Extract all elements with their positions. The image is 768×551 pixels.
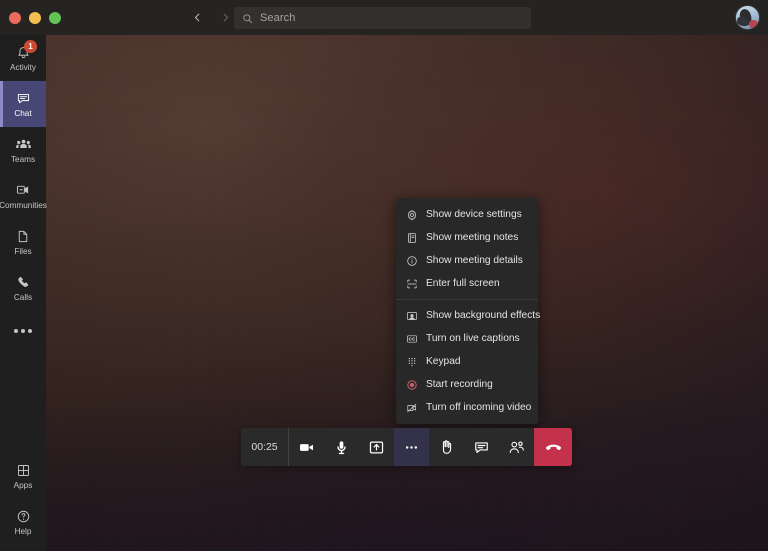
avatar-accent <box>749 20 758 28</box>
sidebar-item-label: Chat <box>14 109 32 118</box>
phone-icon <box>16 274 31 291</box>
avatar[interactable] <box>735 5 760 30</box>
background-effects-icon <box>405 309 418 322</box>
menu-item-enter-full-screen[interactable]: Enter full screen <box>396 272 538 295</box>
record-icon <box>405 378 418 391</box>
title-bar: Search <box>0 0 768 35</box>
sidebar-item-apps[interactable]: Apps <box>0 453 46 499</box>
chat-bubble-icon <box>16 90 31 107</box>
video-off-icon <box>405 401 418 414</box>
menu-item-show-meeting-notes[interactable]: Show meeting notes <box>396 226 538 249</box>
menu-item-show-background-effects[interactable]: Show background effects <box>396 304 541 327</box>
back-button[interactable] <box>186 6 208 30</box>
share-screen-button[interactable] <box>359 428 394 466</box>
chat-icon <box>473 439 490 456</box>
hangup-button[interactable] <box>534 428 572 466</box>
sidebar-item-activity[interactable]: Activity 1 <box>0 35 46 81</box>
file-icon <box>16 228 30 245</box>
forward-button[interactable] <box>214 6 236 30</box>
conversation-button[interactable] <box>464 428 499 466</box>
sidebar-item-label: Communities <box>0 201 47 210</box>
hangup-phone-icon <box>544 438 563 457</box>
sidebar-item-files[interactable]: Files <box>0 219 46 265</box>
video-camera-icon <box>298 439 315 456</box>
maximize-window-button[interactable] <box>49 11 61 24</box>
search-icon <box>242 13 253 24</box>
sidebar-item-label: Help <box>14 527 32 536</box>
sidebar-more-button[interactable] <box>0 311 46 351</box>
sidebar-item-label: Teams <box>10 155 36 164</box>
raise-hand-button[interactable] <box>429 428 464 466</box>
minimize-window-button[interactable] <box>29 11 41 24</box>
call-timer: 00:25 <box>241 428 289 466</box>
sidebar-primary-items: Activity 1 Chat Teams Communities Files … <box>0 35 47 351</box>
share-screen-icon <box>368 439 385 456</box>
menu-item-label: Show device settings <box>426 209 522 220</box>
navigation-arrows <box>186 0 236 35</box>
menu-item-turn-off-incoming-video[interactable]: Turn off incoming video <box>396 396 538 419</box>
menu-item-label: Show meeting notes <box>426 232 519 243</box>
menu-item-label: Show background effects <box>426 310 541 321</box>
people-icon <box>508 439 526 456</box>
menu-item-label: Enter full screen <box>426 278 500 289</box>
notes-icon <box>405 231 418 244</box>
microphone-icon <box>333 439 350 456</box>
teams-meeting-window: Search Activity 1 Chat Teams Communities… <box>0 0 768 551</box>
ellipsis-icon <box>14 329 32 333</box>
close-window-button[interactable] <box>9 11 21 24</box>
keypad-icon <box>405 355 418 368</box>
search-input-placeholder[interactable]: Search <box>260 12 295 24</box>
sidebar-item-teams[interactable]: Teams <box>0 127 46 173</box>
menu-item-label: Keypad <box>426 356 461 367</box>
menu-separator <box>396 299 538 300</box>
gear-icon <box>405 208 418 221</box>
sidebar-item-label: Files <box>14 247 32 256</box>
sidebar-item-calls[interactable]: Calls <box>0 265 46 311</box>
more-actions-button[interactable] <box>394 428 429 466</box>
chevron-left-icon <box>194 13 199 22</box>
sidebar-bottom-items: Apps Help <box>0 453 46 551</box>
call-control-toolbar: 00:25 <box>241 428 572 466</box>
camera-button[interactable] <box>289 428 324 466</box>
sidebar-item-label: Calls <box>13 293 33 302</box>
megaphone-icon <box>15 182 31 199</box>
people-icon <box>15 136 32 153</box>
microphone-button[interactable] <box>324 428 359 466</box>
menu-item-show-device-settings[interactable]: Show device settings <box>396 203 538 226</box>
sidebar-item-label: Activity <box>10 63 36 72</box>
fullscreen-icon <box>405 277 418 290</box>
participants-button[interactable] <box>499 428 534 466</box>
menu-item-label: Turn off incoming video <box>426 402 532 413</box>
sidebar-item-label: Apps <box>13 481 33 490</box>
menu-item-turn-on-live-captions[interactable]: Turn on live captions <box>396 327 538 350</box>
raise-hand-icon <box>438 439 455 456</box>
menu-item-keypad[interactable]: Keypad <box>396 350 538 373</box>
info-circle-icon <box>405 254 418 267</box>
sidebar-item-communities[interactable]: Communities <box>0 173 47 219</box>
meeting-more-actions-menu: Show device settings Show meeting notes <box>396 198 541 424</box>
menu-item-label: Turn on live captions <box>426 333 520 344</box>
menu-item-show-meeting-details[interactable]: Show meeting details <box>396 249 538 272</box>
closed-captions-icon <box>405 332 418 345</box>
window-controls <box>0 11 70 24</box>
apps-grid-icon <box>16 462 31 479</box>
activity-badge: 1 <box>24 40 37 53</box>
chevron-right-icon <box>223 13 228 22</box>
question-circle-icon <box>16 508 31 525</box>
menu-item-label: Show meeting details <box>426 255 523 266</box>
search-bar[interactable]: Search <box>234 7 531 29</box>
menu-item-start-recording[interactable]: Start recording <box>396 373 538 396</box>
app-sidebar: Activity 1 Chat Teams Communities Files … <box>0 35 47 551</box>
sidebar-item-help[interactable]: Help <box>0 499 46 545</box>
sidebar-item-chat[interactable]: Chat <box>0 81 46 127</box>
menu-item-label: Start recording <box>426 379 493 390</box>
ellipsis-icon <box>403 439 420 456</box>
